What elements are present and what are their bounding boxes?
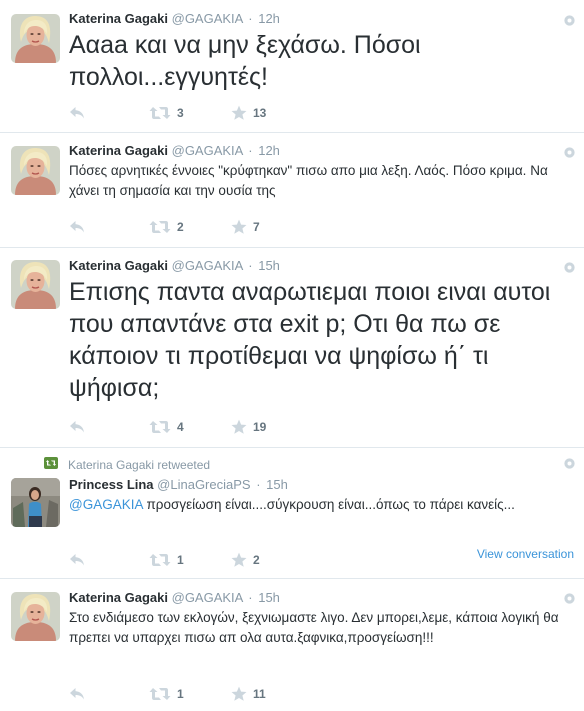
author-handle[interactable]: @GAGAKIA xyxy=(172,258,243,273)
author-name[interactable]: Katerina Gagaki xyxy=(69,11,168,26)
tweet[interactable]: Katerina Gagaki @GAGAKIA · 15h Επισης πα… xyxy=(0,248,584,448)
timestamp[interactable]: 15h xyxy=(258,590,280,605)
author-name[interactable]: Princess Lina xyxy=(69,477,154,492)
mention-link[interactable]: @GAGAKIA xyxy=(69,497,143,512)
avatar[interactable] xyxy=(11,260,60,309)
retweet-icon xyxy=(149,420,171,434)
tweet-header: Princess Lina @LinaGreciaPS · 15h xyxy=(69,476,574,494)
favorite-button[interactable]: 11 xyxy=(231,685,266,703)
tweet-text-body: προσγείωση είναι....σύγκρουση είναι...όπ… xyxy=(142,497,515,512)
retweet-count: 2 xyxy=(177,220,184,234)
retweet-button[interactable]: 1 xyxy=(149,551,231,569)
tweet[interactable]: Katerina Gagaki @GAGAKIA · 15h Στο ενδιά… xyxy=(0,579,584,711)
tweet[interactable]: Katerina Gagaki @GAGAKIA · 12h Ααaa και … xyxy=(0,0,584,133)
tweet-header: Katerina Gagaki @GAGAKIA · 15h xyxy=(69,589,574,607)
author-handle[interactable]: @GAGAKIA xyxy=(172,590,243,605)
tweet-text: @GAGAKIA προσγείωση είναι....σύγκρουση ε… xyxy=(69,495,574,515)
tweet-text: Επισης παντα αναρωτιεμαι ποιοι ειναι αυτ… xyxy=(69,278,551,402)
reply-button[interactable] xyxy=(69,685,149,703)
favorite-button[interactable]: 13 xyxy=(231,104,266,122)
retweet-icon xyxy=(149,553,171,567)
retweet-button[interactable]: 2 xyxy=(149,218,231,236)
tweet-actions: 2 7 xyxy=(69,218,260,236)
avatar[interactable] xyxy=(11,14,60,63)
tweet-header: Katerina Gagaki @GAGAKIA · 12h xyxy=(69,142,574,160)
separator: · xyxy=(248,258,253,273)
reply-button[interactable] xyxy=(69,551,149,569)
separator: · xyxy=(256,477,261,492)
timestamp[interactable]: 15h xyxy=(258,258,280,273)
reply-icon xyxy=(69,687,85,701)
favorite-count: 13 xyxy=(253,106,267,120)
timeline: Katerina Gagaki @GAGAKIA · 12h Ααaa και … xyxy=(0,0,584,711)
retweet-count: 1 xyxy=(177,553,184,567)
star-icon xyxy=(231,686,247,702)
favorite-count: 2 xyxy=(253,553,260,567)
star-icon xyxy=(231,552,247,568)
avatar[interactable] xyxy=(11,146,60,195)
tweet-actions: 3 13 xyxy=(69,104,266,122)
tweet-header: Katerina Gagaki @GAGAKIA · 15h xyxy=(69,257,574,275)
timestamp[interactable]: 12h xyxy=(258,143,280,158)
favorite-count: 11 xyxy=(253,687,266,701)
retweet-icon xyxy=(149,106,171,120)
separator: · xyxy=(248,590,253,605)
retweet-icon xyxy=(149,687,171,701)
author-name[interactable]: Katerina Gagaki xyxy=(69,590,168,605)
retweet-button[interactable]: 4 xyxy=(149,418,231,436)
reply-button[interactable] xyxy=(69,104,149,122)
reply-icon xyxy=(69,220,85,234)
retweet-button[interactable]: 3 xyxy=(149,104,231,122)
tweet[interactable]: Katerina Gagaki retweeted Princess Lina … xyxy=(0,448,584,579)
author-name[interactable]: Katerina Gagaki xyxy=(69,258,168,273)
retweet-context: Katerina Gagaki retweeted xyxy=(44,457,210,472)
tweet-text: Πόσες αρνητικές έννοιες "κρύφτηκαν" πισω… xyxy=(69,163,548,198)
tweet-text: Στο ενδιάμεσο των εκλογών, ξεχνιωμαστε λ… xyxy=(69,610,559,645)
tweet-header: Katerina Gagaki @GAGAKIA · 12h xyxy=(69,10,574,28)
retweet-icon xyxy=(149,220,171,234)
avatar[interactable] xyxy=(11,478,60,527)
favorite-button[interactable]: 2 xyxy=(231,551,260,569)
timestamp[interactable]: 12h xyxy=(258,11,280,26)
reply-icon xyxy=(69,553,85,567)
retweet-context-label[interactable]: Katerina Gagaki retweeted xyxy=(68,458,210,472)
separator: · xyxy=(248,11,253,26)
retweet-context-icon xyxy=(44,457,68,472)
author-name[interactable]: Katerina Gagaki xyxy=(69,143,168,158)
favorite-button[interactable]: 19 xyxy=(231,418,266,436)
timestamp[interactable]: 15h xyxy=(266,477,288,492)
tweet-text: Ααaa και να μην ξεχάσω. Πόσοι πολλοι...ε… xyxy=(69,31,421,91)
tweet-actions: 1 2 xyxy=(69,551,260,569)
reply-icon xyxy=(69,106,85,120)
reply-button[interactable] xyxy=(69,418,149,436)
favorite-count: 7 xyxy=(253,220,260,234)
star-icon xyxy=(231,419,247,435)
favorite-count: 19 xyxy=(253,420,267,434)
tweet[interactable]: Katerina Gagaki @GAGAKIA · 12h Πόσες αρν… xyxy=(0,133,584,248)
author-handle[interactable]: @GAGAKIA xyxy=(172,143,243,158)
favorite-button[interactable]: 7 xyxy=(231,218,260,236)
retweet-button[interactable]: 1 xyxy=(149,685,231,703)
reply-button[interactable] xyxy=(69,218,149,236)
author-handle[interactable]: @GAGAKIA xyxy=(172,11,243,26)
gear-icon[interactable] xyxy=(564,456,575,467)
tweet-actions: 4 19 xyxy=(69,418,266,436)
author-handle[interactable]: @LinaGreciaPS xyxy=(157,477,250,492)
separator: · xyxy=(248,143,253,158)
retweet-count: 1 xyxy=(177,687,184,701)
avatar[interactable] xyxy=(11,592,60,641)
view-conversation-link[interactable]: View conversation xyxy=(477,547,574,561)
star-icon xyxy=(231,105,247,121)
tweet-actions: 1 11 xyxy=(69,685,266,703)
star-icon xyxy=(231,219,247,235)
retweet-count: 3 xyxy=(177,106,184,120)
reply-icon xyxy=(69,420,85,434)
retweet-count: 4 xyxy=(177,420,184,434)
